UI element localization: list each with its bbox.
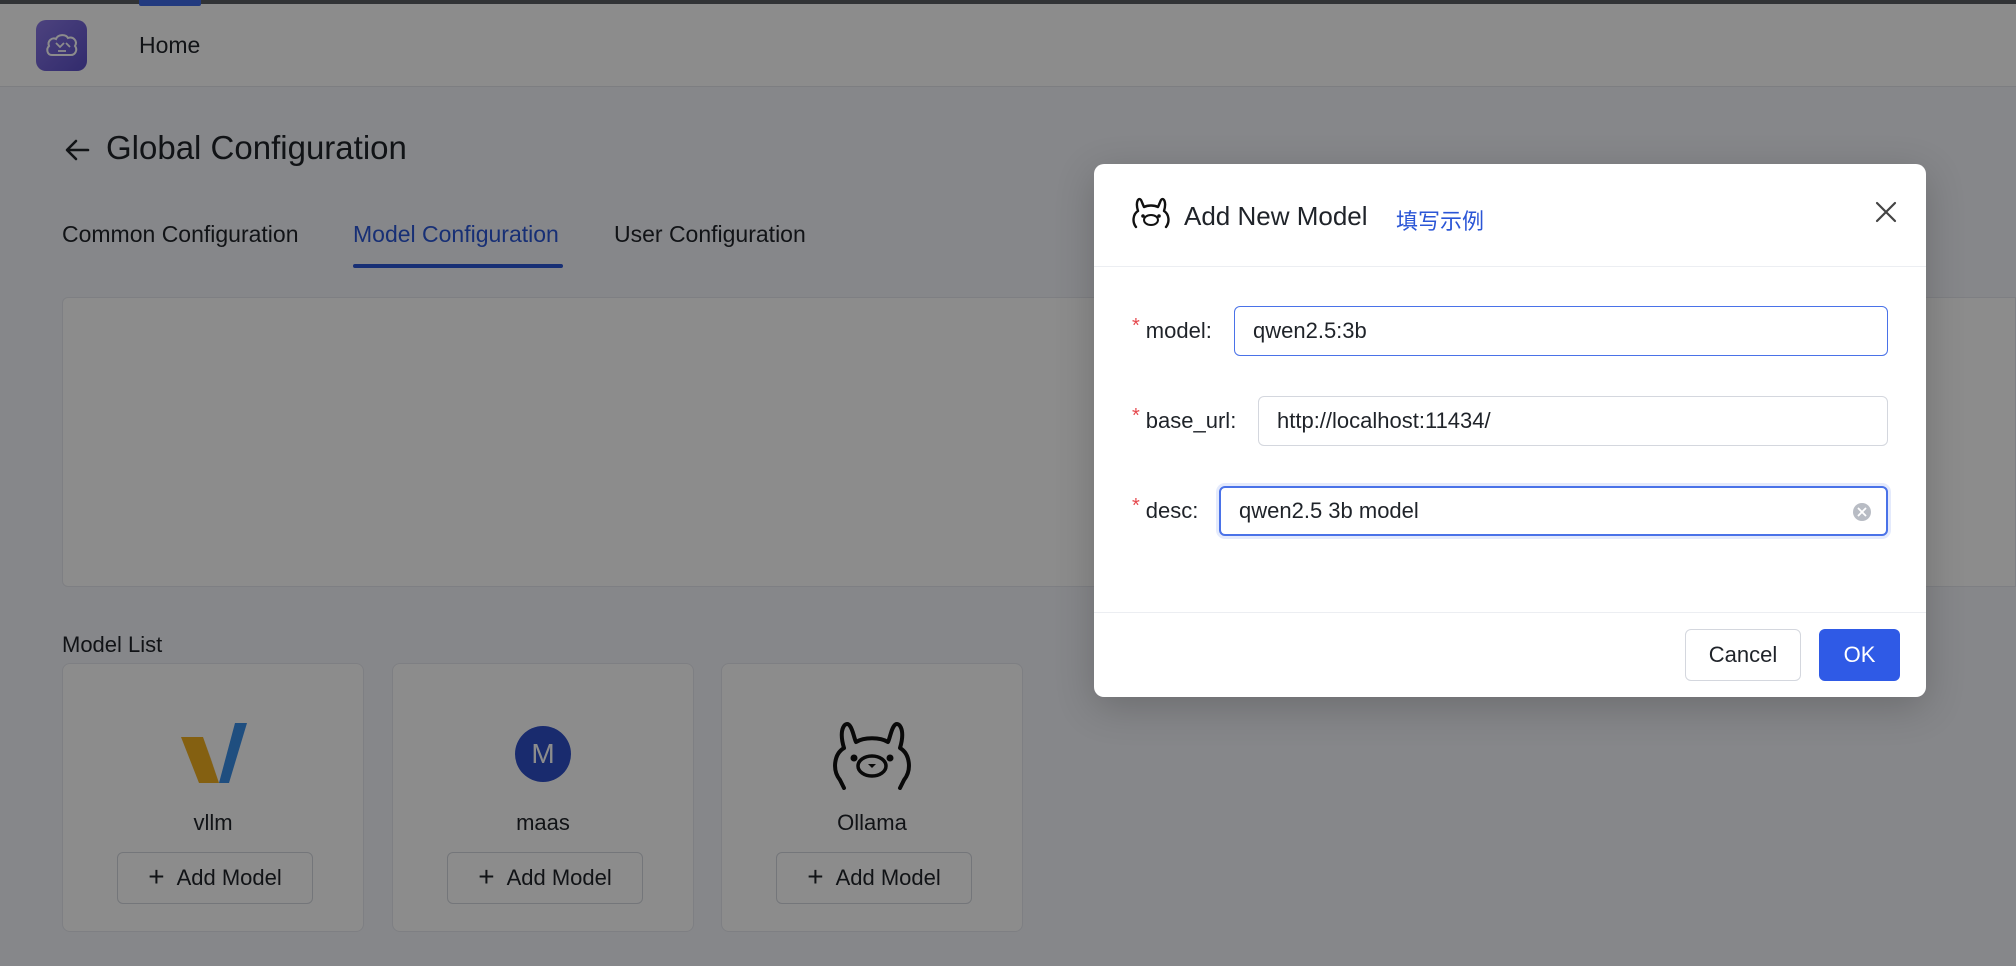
dialog-footer: [1094, 612, 1926, 697]
required-marker: *: [1132, 495, 1140, 517]
fill-example-link[interactable]: 填写示例: [1396, 204, 1484, 236]
desc-field-label: * desc:: [1132, 495, 1199, 523]
dialog-header: Add New Model 填写示例: [1094, 164, 1926, 267]
clear-input-icon[interactable]: [1852, 502, 1872, 522]
ollama-logo-icon: [1132, 197, 1170, 229]
add-model-dialog: Add New Model 填写示例 *model: *base_url: *d…: [1094, 164, 1926, 697]
model-field-label: * model:: [1132, 315, 1212, 343]
desc-input[interactable]: [1219, 486, 1888, 536]
app-root: Home Global Configuration Common Configu…: [0, 0, 2016, 966]
close-button[interactable]: [1866, 192, 1906, 232]
required-marker: *: [1132, 405, 1140, 427]
model-input[interactable]: [1234, 306, 1888, 356]
base-url-input[interactable]: [1258, 396, 1888, 446]
required-marker: *: [1132, 315, 1140, 337]
close-icon: [1875, 201, 1897, 223]
base-url-field-label: * base_url:: [1132, 405, 1237, 433]
cancel-button[interactable]: Cancel: [1685, 629, 1801, 681]
dialog-title: Add New Model: [1184, 201, 1368, 231]
ok-button[interactable]: OK: [1819, 629, 1900, 681]
